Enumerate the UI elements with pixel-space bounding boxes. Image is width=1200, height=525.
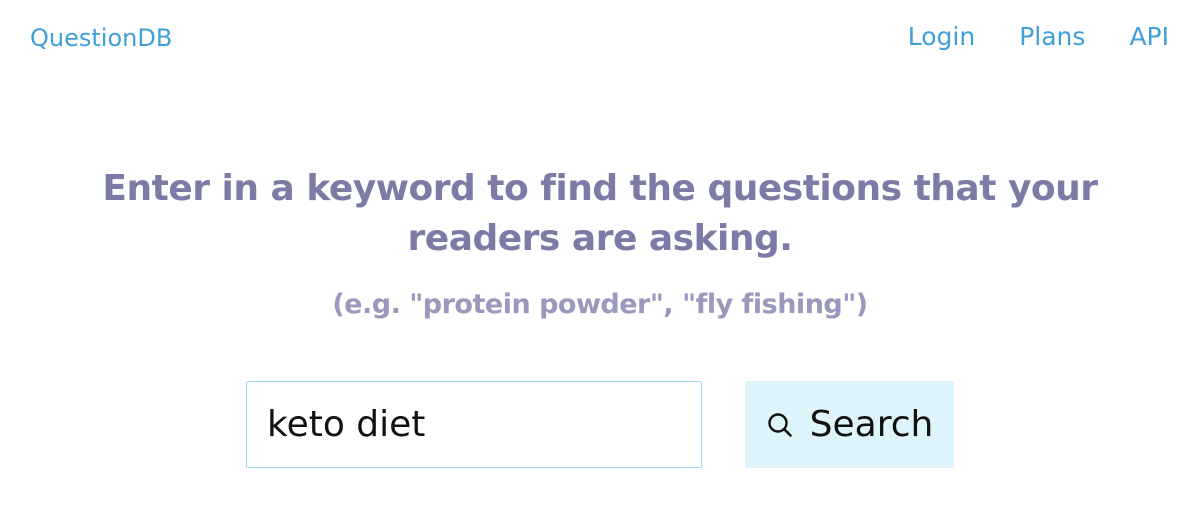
search-button[interactable]: Search [745, 381, 954, 468]
search-icon [766, 411, 794, 439]
search-button-label: Search [809, 404, 934, 445]
nav-login-link[interactable]: Login [908, 22, 975, 51]
nav-api-link[interactable]: API [1129, 22, 1169, 51]
nav-plans-link[interactable]: Plans [1019, 22, 1085, 51]
keyword-search-input[interactable] [246, 381, 702, 468]
page: QuestionDB Login Plans API Enter in a ke… [0, 0, 1200, 525]
brand-link[interactable]: QuestionDB [30, 24, 172, 52]
top-nav: Login Plans API [908, 22, 1169, 51]
example-hint: (e.g. "protein powder", "fly fishing") [332, 289, 868, 320]
page-headline: Enter in a keyword to find the questions… [102, 168, 1098, 259]
